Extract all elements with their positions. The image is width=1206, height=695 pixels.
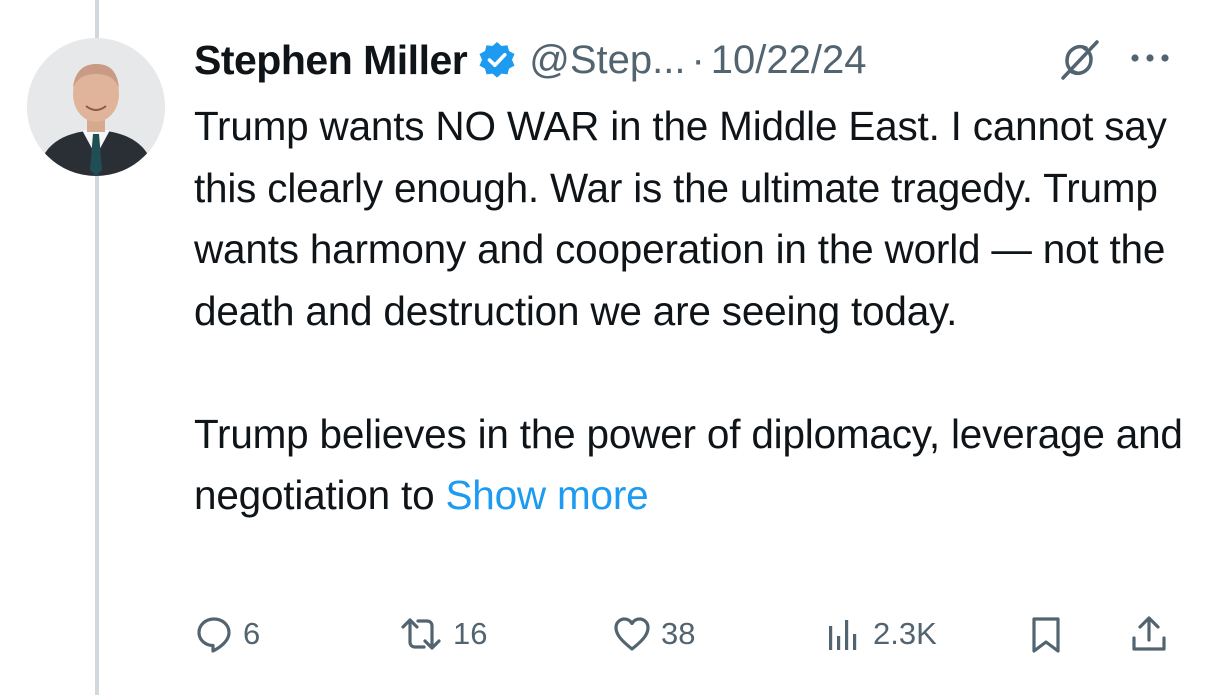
author-name[interactable]: Stephen Miller — [194, 37, 468, 84]
reply-button[interactable]: 6 — [194, 604, 260, 664]
reply-icon — [197, 617, 231, 653]
bookmark-icon — [1032, 617, 1060, 653]
more-options-icon[interactable] — [1128, 38, 1172, 78]
grok-icon[interactable] — [1055, 36, 1103, 84]
repost-icon — [401, 618, 441, 650]
separator-dot: · — [691, 37, 705, 82]
views-count: 2.3K — [873, 616, 937, 651]
tweet-paragraph-2: Trump believes in the power of diplomacy… — [194, 404, 1184, 527]
like-count: 38 — [661, 616, 696, 651]
tweet-body: Trump wants NO WAR in the Middle East. I… — [194, 96, 1184, 527]
reply-count: 6 — [243, 616, 261, 651]
views-icon — [829, 620, 857, 650]
avatar-image — [27, 38, 165, 176]
like-icon — [614, 617, 650, 651]
repost-button[interactable]: 16 — [398, 604, 487, 664]
verified-badge-icon[interactable] — [477, 40, 517, 80]
bookmark-button[interactable] — [1026, 604, 1066, 664]
author-handle[interactable]: @Step... — [529, 38, 685, 83]
tweet-header: Stephen Miller @Step... · 10/22/24 — [194, 30, 866, 90]
views-button[interactable]: 2.3K — [824, 604, 937, 664]
tweet-paragraph-1: Trump wants NO WAR in the Middle East. I… — [194, 103, 1167, 334]
show-more-link[interactable]: Show more — [445, 472, 648, 518]
tweet-actions-bar: 6 16 38 2.3K — [194, 604, 1184, 664]
tweet-date[interactable]: 10/22/24 — [711, 38, 867, 83]
share-button[interactable] — [1129, 604, 1169, 664]
repost-count: 16 — [453, 616, 488, 651]
share-icon — [1132, 616, 1166, 651]
avatar[interactable] — [27, 38, 165, 176]
tweet-paragraph-2-text: Trump believes in the power of diplomacy… — [194, 410, 1183, 519]
like-button[interactable]: 38 — [612, 604, 695, 664]
